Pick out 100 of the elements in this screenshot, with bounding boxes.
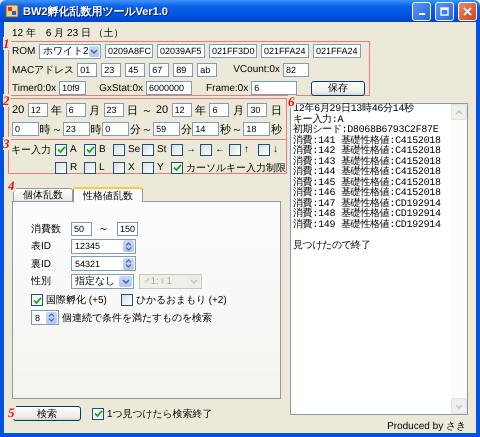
text-field[interactable]: 30 (247, 103, 268, 117)
checkbox-label: カーソルキー入力制限 (186, 162, 286, 174)
dropdown[interactable]: 指定なし (71, 274, 134, 289)
checkbox-label: Y (157, 162, 164, 173)
checkbox-label: ↓ (273, 144, 278, 155)
field-label: ～ (51, 122, 62, 136)
text-field[interactable]: 23 (62, 122, 90, 136)
field-label: ～ (232, 122, 243, 136)
text-field[interactable]: 12 (28, 103, 48, 117)
text-field[interactable]: 021FFA24 (313, 44, 361, 58)
spin-box[interactable]: 54321 (71, 256, 136, 272)
minimize-button[interactable] (412, 2, 431, 20)
field-label: 年 (195, 104, 206, 118)
checkbox[interactable] (142, 144, 154, 156)
text-field[interactable]: 6 (209, 103, 230, 117)
date-label: 12 年 6 月 23 日 （土） (12, 28, 124, 39)
chevron-up-icon (455, 110, 463, 114)
field-label: 分 (130, 122, 141, 136)
checkbox[interactable] (258, 144, 270, 156)
field-label: 表ID (31, 240, 52, 254)
search-button[interactable]: 検索 (13, 406, 81, 421)
text-field[interactable]: 01 (77, 62, 98, 76)
section-number: 3 (3, 137, 10, 150)
log-line: 消費:142 基礎性格値:C4152018 (293, 147, 442, 157)
maximize-button[interactable] (435, 2, 454, 20)
field-label: MACアドレス (12, 64, 74, 76)
text-field[interactable]: 021FF3D0 (209, 44, 257, 58)
text-field[interactable]: 02039AF5 (157, 44, 205, 58)
checkbox[interactable] (92, 408, 104, 420)
close-button[interactable] (458, 2, 477, 20)
text-field[interactable]: 14 (192, 122, 220, 136)
spin-arrows-icon (123, 258, 134, 270)
field-label: ROM (12, 46, 36, 56)
text-field[interactable]: 23 (104, 103, 124, 117)
checkbox[interactable] (229, 144, 241, 156)
field-label: 月 (232, 104, 244, 118)
text-field[interactable]: 82 (282, 62, 309, 76)
field-label: 年 (51, 104, 62, 118)
checkbox[interactable] (200, 144, 212, 156)
checkbox[interactable] (171, 162, 183, 174)
field-label: 秒 (220, 122, 232, 136)
app-icon (5, 4, 19, 18)
checkbox[interactable] (84, 162, 96, 174)
checkbox[interactable] (55, 162, 67, 174)
checkbox-label: 国際孵化 (+5) (46, 294, 107, 308)
maximize-icon (440, 6, 449, 16)
field-label: キー入力 (11, 144, 52, 157)
text-field[interactable]: 67 (149, 62, 170, 76)
field-label: Frame:0x (206, 82, 248, 94)
text-field[interactable]: 150 (117, 222, 138, 236)
text-field[interactable]: 6 (251, 81, 298, 95)
tab[interactable]: 個体乱数 (13, 188, 73, 201)
checkbox-label: ↑ (244, 144, 249, 155)
checkbox[interactable] (120, 294, 133, 306)
log-line: 消費:146 基礎性格値:C4152018 (293, 189, 442, 199)
field-label: 時 (90, 122, 102, 136)
checkbox[interactable] (171, 144, 183, 156)
text-field[interactable]: 50 (71, 222, 92, 236)
text-field[interactable]: ab (197, 62, 218, 76)
text-field[interactable]: 0 (12, 122, 39, 136)
checkbox[interactable] (113, 144, 125, 156)
checkbox-label: St (157, 144, 166, 155)
text-field[interactable]: 0209A8FC (105, 44, 153, 58)
chevron-down-icon (187, 276, 200, 287)
dropdown: ♂1:♀1 (139, 274, 202, 289)
text-field[interactable]: 45 (125, 62, 146, 76)
checkbox-label: R (70, 162, 78, 173)
checkbox-label: A (70, 144, 77, 155)
text-field[interactable]: 12 (172, 103, 192, 117)
text-field[interactable]: 6000000 (146, 81, 192, 95)
spin-box[interactable]: 8 (31, 310, 59, 326)
checkbox[interactable] (142, 162, 154, 174)
save-button[interactable]: 保存 (311, 80, 365, 96)
text-field[interactable]: 89 (173, 62, 194, 76)
field-label: 時 (40, 122, 51, 136)
log-line: 見つけたので終了 (293, 242, 372, 252)
text-field[interactable]: 18 (243, 122, 270, 136)
text-field[interactable]: 23 (101, 62, 122, 76)
chevron-down-icon (455, 404, 463, 408)
tab[interactable]: 性格値乱数 (73, 187, 143, 202)
text-field[interactable]: 6 (66, 103, 86, 117)
checkbox-label: ひかるおまもり (+2) (136, 294, 227, 308)
field-label: ～ (141, 122, 152, 136)
field-label: 秒 (270, 122, 282, 136)
credit-label: Produced by さき (387, 421, 466, 432)
checkbox[interactable] (84, 144, 96, 156)
text-field[interactable]: 10f9 (59, 81, 86, 95)
text-field[interactable]: 021FFA24 (261, 44, 309, 58)
spin-box[interactable]: 12345 (71, 238, 136, 254)
log-line: 消費:144 基礎性格値:C4152018 (293, 168, 442, 178)
dropdown[interactable]: ホワイト2 (39, 44, 101, 58)
text-field[interactable]: 0 (102, 122, 130, 136)
text-field[interactable]: 59 (153, 122, 180, 136)
checkbox[interactable] (31, 294, 43, 306)
section-number: 1 (3, 37, 10, 50)
checkbox[interactable] (113, 162, 125, 174)
field-label: 20 (156, 104, 168, 116)
close-icon (463, 6, 472, 16)
log-line: 消費:149 基礎性格値:CD192914 (293, 220, 442, 231)
checkbox[interactable] (55, 144, 67, 156)
